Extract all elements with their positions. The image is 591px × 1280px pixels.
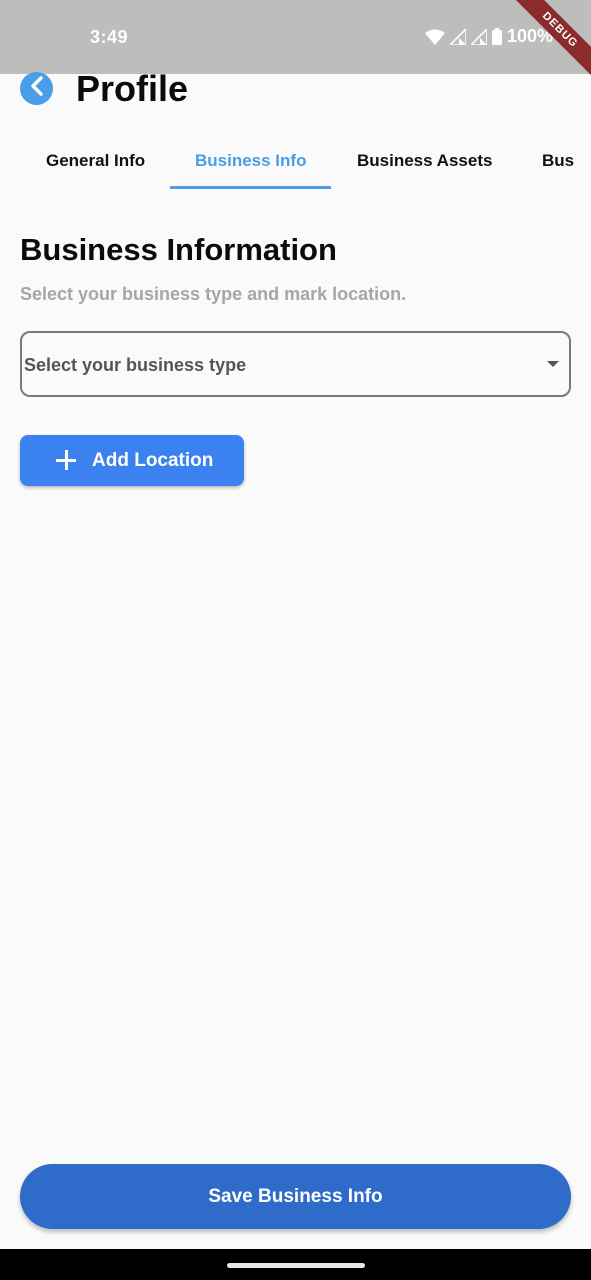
business-type-select[interactable]: Select your business type: [20, 331, 571, 397]
battery-icon: [491, 28, 502, 45]
tab-business-info[interactable]: Business Info: [195, 151, 306, 171]
tab-bar: General Info Business Info Business Asse…: [0, 140, 591, 190]
save-business-info-button[interactable]: Save Business Info: [20, 1164, 571, 1229]
back-button[interactable]: [20, 72, 53, 105]
status-icons: 100%: [424, 26, 553, 47]
home-handle[interactable]: [227, 1263, 365, 1268]
dropdown-arrow-icon: [547, 361, 559, 367]
chevron-left-icon: [29, 76, 45, 101]
signal-icon: [449, 28, 466, 45]
tab-general-info[interactable]: General Info: [46, 151, 145, 171]
wifi-icon: [424, 29, 445, 45]
add-location-button[interactable]: Add Location: [20, 435, 244, 486]
save-business-info-label: Save Business Info: [208, 1185, 383, 1207]
signal-icon: [470, 28, 487, 45]
status-time: 3:49: [90, 27, 129, 47]
business-type-placeholder: Select your business type: [24, 355, 247, 375]
app-header: Profile: [0, 68, 591, 118]
tab-business-more[interactable]: Bus: [542, 151, 574, 171]
system-nav-bar: [0, 1249, 591, 1280]
page-title: Profile: [76, 68, 189, 109]
section-title: Business Information: [20, 232, 337, 267]
tab-indicator: [170, 186, 331, 189]
plus-icon: [56, 450, 76, 470]
tab-business-assets[interactable]: Business Assets: [357, 151, 492, 171]
add-location-label: Add Location: [92, 450, 214, 471]
status-bar: 3:49 100%: [0, 0, 591, 74]
section-subtitle: Select your business type and mark locat…: [20, 284, 407, 304]
